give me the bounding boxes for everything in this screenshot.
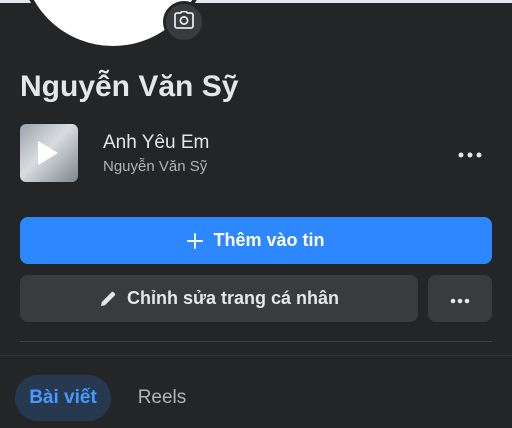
camera-icon: [174, 10, 194, 34]
tab-posts[interactable]: Bài viết: [15, 375, 111, 421]
plus-icon: [187, 232, 204, 249]
add-to-story-label: Thêm vào tin: [213, 230, 325, 250]
song-title: Anh Yêu Em: [103, 132, 210, 153]
edit-profile-button[interactable]: Chỉnh sửa trang cá nhân: [20, 275, 418, 322]
play-icon: [38, 141, 58, 165]
profile-music-row[interactable]: Anh Yêu Em Nguyễn Văn Sỹ: [20, 124, 492, 184]
pencil-icon: [99, 290, 117, 308]
add-to-story-button[interactable]: Thêm vào tin: [20, 217, 492, 264]
music-more-button[interactable]: [456, 140, 484, 168]
more-horizontal-icon: [450, 288, 470, 309]
song-artist: Nguyễn Văn Sỹ: [103, 158, 208, 175]
divider: [20, 341, 492, 342]
edit-profile-label: Chỉnh sửa trang cá nhân: [126, 288, 340, 308]
profile-more-button[interactable]: [428, 275, 492, 322]
profile-name: Nguyễn Văn Sỹ: [20, 70, 239, 103]
change-avatar-button[interactable]: [163, 1, 205, 43]
tab-reels[interactable]: Reels: [124, 375, 200, 421]
music-thumbnail[interactable]: [20, 124, 78, 182]
more-horizontal-icon: [458, 145, 482, 163]
